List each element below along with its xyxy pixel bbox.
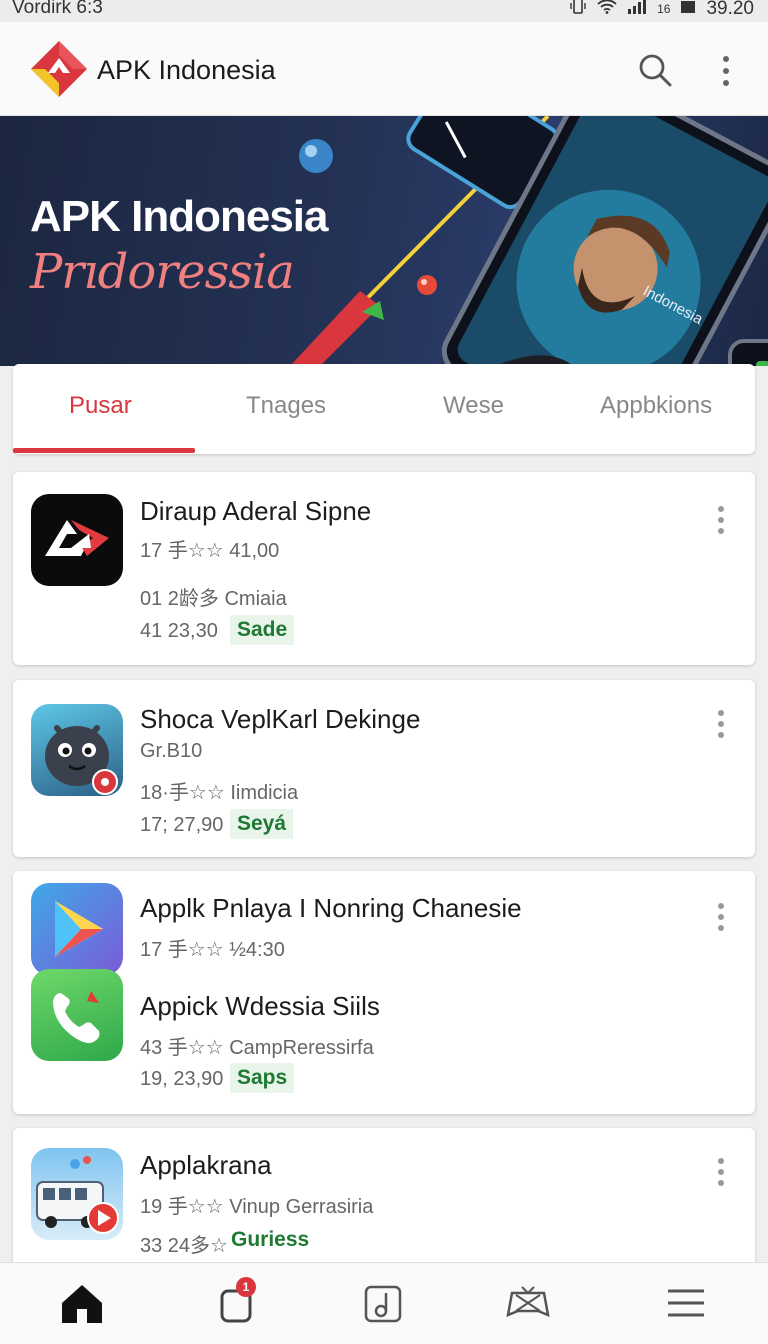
network-label: 16	[657, 2, 671, 16]
app-card[interactable]: Applakrana 19 手☆☆ Vinup Gerrasiria 33 24…	[13, 1128, 755, 1278]
promo-banner[interactable]: Indonesia APK Indonesia Prıdoressia	[0, 116, 768, 366]
nav-menu-button[interactable]	[662, 1281, 710, 1327]
more-vertical-icon	[723, 56, 729, 86]
app-name[interactable]: Diraup Aderal Sipne	[140, 496, 371, 527]
more-vertical-icon	[718, 506, 724, 534]
app-name[interactable]: Appick Wdessia Siils	[140, 991, 380, 1022]
more-vertical-icon	[718, 710, 724, 738]
status-icons: 16 39.20	[569, 0, 754, 21]
status-badge: Guriess	[231, 1228, 310, 1251]
app-name[interactable]: Shoca VeplKarl Dekinge	[140, 704, 420, 735]
app-rating: 19 手☆☆ Vinup Gerrasiria	[140, 1196, 374, 1218]
wifi-icon	[597, 0, 617, 20]
phone-call-icon	[31, 969, 123, 1061]
status-badge: Sade	[230, 615, 295, 645]
app-developer: Gr.B10	[140, 740, 203, 762]
tab-appbkions[interactable]: Appbkions	[600, 392, 712, 420]
card-more-button[interactable]	[713, 901, 729, 937]
cartoon-character-icon	[31, 704, 123, 796]
card-more-button[interactable]	[713, 504, 729, 540]
app-card[interactable]: Diraup Aderal Sipne 17 手☆☆ 41,00 01 2龄多 …	[13, 472, 755, 665]
app-title: APK Indonesia	[97, 55, 276, 85]
app-rating: 17 手☆☆ 41,00	[140, 540, 280, 562]
app-rating: 43 手☆☆ CampReressirfa	[140, 1037, 374, 1059]
home-icon	[62, 1285, 102, 1323]
nav-music-button[interactable]	[360, 1281, 408, 1327]
music-note-icon	[364, 1285, 402, 1323]
category-tabs: Pusar Tnages Wese Appbkions	[13, 364, 755, 454]
tab-pusar[interactable]: Pusar	[69, 392, 132, 420]
notification-badge: 1	[236, 1277, 256, 1297]
search-button[interactable]	[636, 51, 674, 89]
status-badge: Seyá	[230, 809, 294, 839]
menu-icon	[668, 1289, 704, 1317]
nav-home-button[interactable]	[58, 1281, 106, 1327]
app-card[interactable]: Shoca VeplKarl Dekinge Gr.B10 18·手☆☆ Iim…	[13, 680, 755, 857]
tab-wese[interactable]: Wese	[443, 392, 504, 420]
nav-apps-button[interactable]: 1	[214, 1277, 262, 1327]
tab-tnages[interactable]: Tnages	[246, 392, 326, 420]
more-vertical-icon	[718, 1158, 724, 1186]
apk-diamond-logo	[30, 40, 88, 98]
bottom-navigation: 1	[0, 1262, 768, 1344]
battery-icon	[680, 0, 696, 20]
status-badge: Saps	[230, 1063, 295, 1093]
app-rating: 17 手☆☆ ½4:30	[140, 939, 285, 961]
app-version: 41 23,30	[140, 620, 218, 642]
card-more-button[interactable]	[713, 708, 729, 744]
app-version: 17; 27,90	[140, 814, 224, 836]
clock: 39.20	[706, 0, 754, 19]
app-bar: APK Indonesia	[0, 22, 768, 116]
vibrate-icon	[569, 0, 587, 21]
app-name[interactable]: Applakrana	[140, 1150, 272, 1181]
active-tab-indicator	[13, 448, 195, 453]
app-version: 19, 23,90	[140, 1068, 224, 1090]
carrier-label: Vordirk 6:3	[12, 0, 103, 18]
banner-title: APK Indonesia	[30, 192, 328, 241]
more-vertical-icon	[718, 903, 724, 931]
app-name[interactable]: Applk Pnlaya I Nonring Chanesie	[140, 893, 522, 924]
card-more-button[interactable]	[713, 1156, 729, 1192]
game-controller-icon	[506, 1286, 550, 1317]
app-version: 33 24多☆	[140, 1235, 228, 1257]
bus-video-icon	[31, 1148, 123, 1240]
app-category: 01 2龄多 Cmiaia	[140, 588, 287, 610]
nav-games-button[interactable]	[504, 1281, 552, 1327]
banner-subtitle: Prıdoressia	[30, 244, 295, 300]
apk-red-logo-icon	[31, 494, 123, 586]
app-card[interactable]: Applk Pnlaya I Nonring Chanesie 17 手☆☆ ½…	[13, 871, 755, 1114]
signal-icon	[627, 0, 647, 20]
search-icon	[639, 54, 672, 87]
more-menu-button[interactable]	[712, 52, 740, 90]
status-bar: Vordirk 6:3 16 39.20	[0, 0, 768, 22]
play-triangle-icon	[31, 883, 123, 975]
app-rating: 18·手☆☆ Iimdicia	[140, 782, 299, 804]
